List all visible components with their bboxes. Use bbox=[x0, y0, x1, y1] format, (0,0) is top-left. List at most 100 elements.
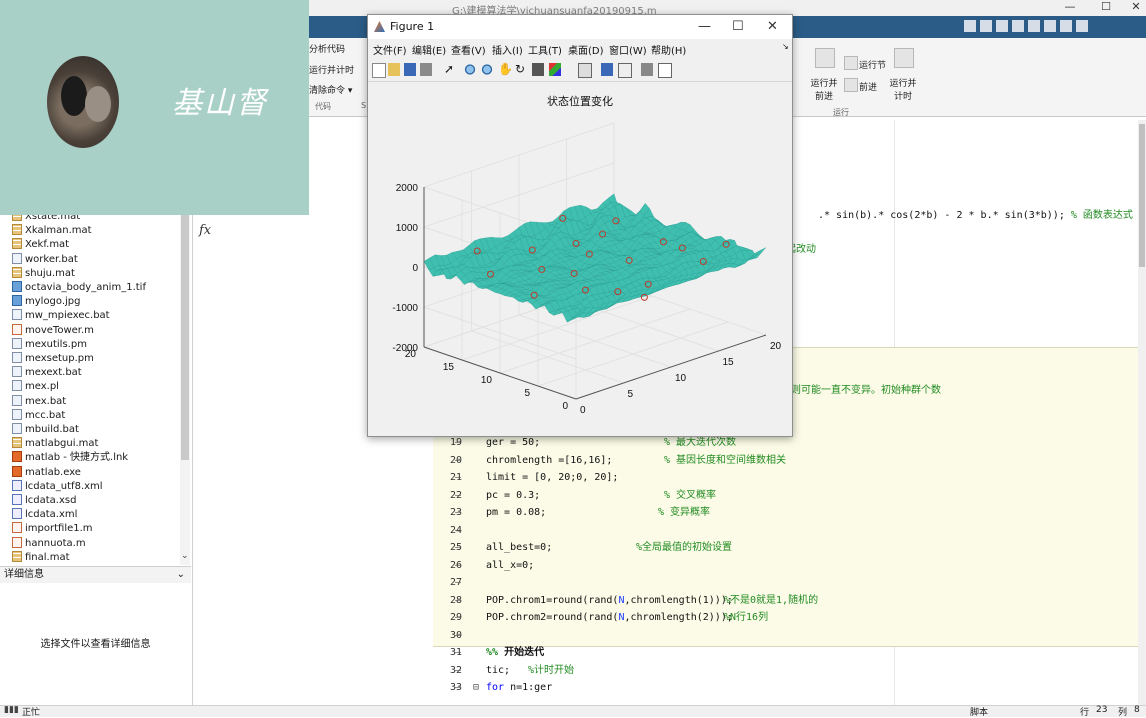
code-line[interactable]: 26— all_x=0; bbox=[433, 557, 1140, 574]
pointer-icon[interactable]: ➚ bbox=[444, 63, 456, 76]
code-line[interactable]: 21— limit = [0, 20;0, 20]; bbox=[433, 469, 1140, 486]
legend-icon[interactable] bbox=[618, 63, 632, 78]
code-line[interactable]: 27— bbox=[433, 574, 1140, 591]
run-advance-icon[interactable] bbox=[815, 48, 835, 68]
minimize-button[interactable]: — bbox=[1060, 0, 1080, 14]
breakpoint-gutter[interactable]: — bbox=[455, 469, 461, 486]
new-figure-icon[interactable] bbox=[372, 63, 386, 78]
hide-tools-icon[interactable] bbox=[641, 63, 653, 76]
file-item[interactable]: final.mat bbox=[12, 550, 70, 565]
pan-icon[interactable]: ✋ bbox=[498, 63, 513, 76]
zoom-in-icon[interactable] bbox=[464, 63, 476, 76]
file-item[interactable]: octavia_body_anim_1.tif bbox=[12, 281, 146, 295]
file-item[interactable]: importfile1.m bbox=[12, 522, 93, 536]
file-item[interactable]: worker.bat bbox=[12, 252, 78, 267]
ribbon-run-section[interactable]: 运行节 bbox=[859, 58, 886, 71]
code-line[interactable]: 25— all_best=0; %全局最值的初始设置 bbox=[433, 539, 1140, 556]
menu-window[interactable]: 窗口(W) bbox=[609, 42, 647, 57]
colorbar-icon[interactable] bbox=[601, 63, 613, 76]
rotate-3d-icon[interactable]: ↻ bbox=[515, 63, 527, 76]
file-item[interactable]: Xkalman.mat bbox=[12, 224, 92, 238]
save-icon[interactable] bbox=[964, 20, 976, 32]
menu-insert[interactable]: 插入(I) bbox=[492, 42, 523, 57]
breakpoint-gutter[interactable]: — ⊟ bbox=[455, 679, 479, 696]
file-item[interactable]: lcdata.xml bbox=[12, 508, 77, 522]
ribbon-advance[interactable]: 前进 bbox=[859, 80, 877, 93]
file-item[interactable]: mcc.bat bbox=[12, 408, 65, 423]
zoom-out-icon[interactable] bbox=[481, 63, 493, 76]
ribbon-run-and-time[interactable]: 运行并计时 bbox=[309, 63, 354, 76]
breakpoint-gutter[interactable]: — bbox=[455, 609, 461, 626]
brush-icon[interactable] bbox=[549, 63, 561, 76]
figure-maximize-button[interactable]: ☐ bbox=[732, 19, 744, 34]
editor-scroll-thumb[interactable] bbox=[1139, 124, 1145, 267]
figure-window[interactable]: Figure 1 — ☐ ✕ 文件(F) 编辑(E) 查看(V) 插入(I) 工… bbox=[367, 14, 793, 437]
file-item[interactable]: lcdata.xsd bbox=[12, 494, 76, 508]
file-item[interactable]: matlabgui.mat bbox=[12, 437, 98, 451]
breakpoint-gutter[interactable]: — bbox=[455, 522, 461, 539]
menu-file[interactable]: 文件(F) bbox=[373, 42, 407, 57]
ribbon-analyze-code[interactable]: 分析代码 bbox=[309, 42, 345, 55]
menu-help[interactable]: 帮助(H) bbox=[651, 42, 686, 57]
figure-minimize-button[interactable]: — bbox=[698, 19, 711, 34]
menu-edit[interactable]: 编辑(E) bbox=[412, 42, 446, 57]
run-section-icon[interactable] bbox=[844, 56, 858, 70]
file-item[interactable]: Xekf.mat bbox=[12, 238, 69, 252]
menu-view[interactable]: 查看(V) bbox=[451, 42, 486, 57]
file-item[interactable]: lcdata_utf8.xml bbox=[12, 479, 103, 494]
figure-close-button[interactable]: ✕ bbox=[767, 19, 778, 34]
surface-plot[interactable]: 200010000-1000-20000510152020151050 bbox=[368, 81, 792, 435]
advance-icon[interactable] bbox=[844, 78, 858, 92]
ribbon-run-time[interactable]: 运行并 计时 bbox=[882, 76, 924, 102]
breakpoint-gutter[interactable]: — bbox=[455, 452, 461, 469]
save-figure-icon[interactable] bbox=[404, 63, 416, 76]
breakpoint-gutter[interactable]: — bbox=[455, 662, 461, 679]
redo-icon[interactable] bbox=[1044, 20, 1056, 32]
breakpoint-gutter[interactable]: — bbox=[455, 504, 461, 521]
code-line[interactable]: 23— pm = 0.08;% 变异概率 bbox=[433, 504, 1140, 521]
help-icon[interactable] bbox=[1076, 20, 1088, 32]
chevron-down-icon[interactable]: ⌄ bbox=[177, 567, 185, 583]
code-line[interactable]: 32— tic; %计时开始 bbox=[433, 662, 1140, 679]
code-line[interactable]: 29— POP.chrom2=round(rand(N,chromlength(2… bbox=[433, 609, 1140, 626]
scroll-down-icon[interactable]: ⌄ bbox=[181, 551, 189, 561]
link-plot-icon[interactable] bbox=[578, 63, 592, 78]
paste-icon[interactable] bbox=[1012, 20, 1024, 32]
dock-arrow-icon[interactable]: ↘ bbox=[782, 42, 789, 51]
file-browser-scroll-thumb[interactable] bbox=[181, 215, 189, 460]
file-item[interactable]: mex.pl bbox=[12, 380, 59, 394]
breakpoint-gutter[interactable]: — bbox=[455, 539, 461, 556]
code-line[interactable]: 30— bbox=[433, 627, 1140, 644]
maximize-button[interactable]: ☐ bbox=[1096, 0, 1116, 14]
open-icon[interactable] bbox=[388, 63, 400, 76]
data-cursor-icon[interactable] bbox=[532, 63, 544, 76]
code-line[interactable]: 24— bbox=[433, 522, 1140, 539]
code-line[interactable]: 22— pc = 0.3;% 交叉概率 bbox=[433, 487, 1140, 504]
file-item[interactable]: moveTower.m bbox=[12, 323, 94, 338]
show-tools-icon[interactable] bbox=[658, 63, 672, 78]
run-time-icon[interactable] bbox=[894, 48, 914, 68]
file-item[interactable]: mw_mpiexec.bat bbox=[12, 309, 110, 323]
file-item[interactable]: hannuota.m bbox=[12, 536, 86, 551]
breakpoint-gutter[interactable]: — bbox=[455, 644, 461, 661]
file-item[interactable]: mexsetup.pm bbox=[12, 352, 94, 366]
file-item[interactable]: matlab - 快捷方式.lnk bbox=[12, 451, 128, 465]
breakpoint-gutter[interactable]: — bbox=[455, 592, 461, 609]
breakpoint-gutter[interactable]: — bbox=[455, 627, 461, 644]
menu-desktop[interactable]: 桌面(D) bbox=[568, 42, 604, 57]
switch-window-icon[interactable] bbox=[1060, 20, 1072, 32]
file-item[interactable]: mylogo.jpg bbox=[12, 295, 81, 309]
close-button[interactable]: ✕ bbox=[1126, 0, 1146, 14]
cut-icon[interactable] bbox=[980, 20, 992, 32]
undo-icon[interactable] bbox=[1028, 20, 1040, 32]
copy-icon[interactable] bbox=[996, 20, 1008, 32]
code-line[interactable]: 31—%% 开始迭代 bbox=[433, 644, 1140, 661]
breakpoint-gutter[interactable]: — bbox=[455, 574, 461, 591]
file-item[interactable]: mex.bat bbox=[12, 394, 66, 409]
print-icon[interactable] bbox=[420, 63, 432, 76]
file-item[interactable]: mexutils.pm bbox=[12, 337, 87, 352]
ribbon-clear-commands[interactable]: 清除命令 ▾ bbox=[309, 83, 352, 96]
code-line[interactable]: 33— ⊟ for n=1:ger bbox=[433, 679, 1140, 696]
details-panel-header[interactable]: 详细信息 ⌄ bbox=[0, 566, 191, 584]
code-line[interactable]: 20— chromlength =[16,16];% 基因长度和空间维数相关 bbox=[433, 452, 1140, 469]
